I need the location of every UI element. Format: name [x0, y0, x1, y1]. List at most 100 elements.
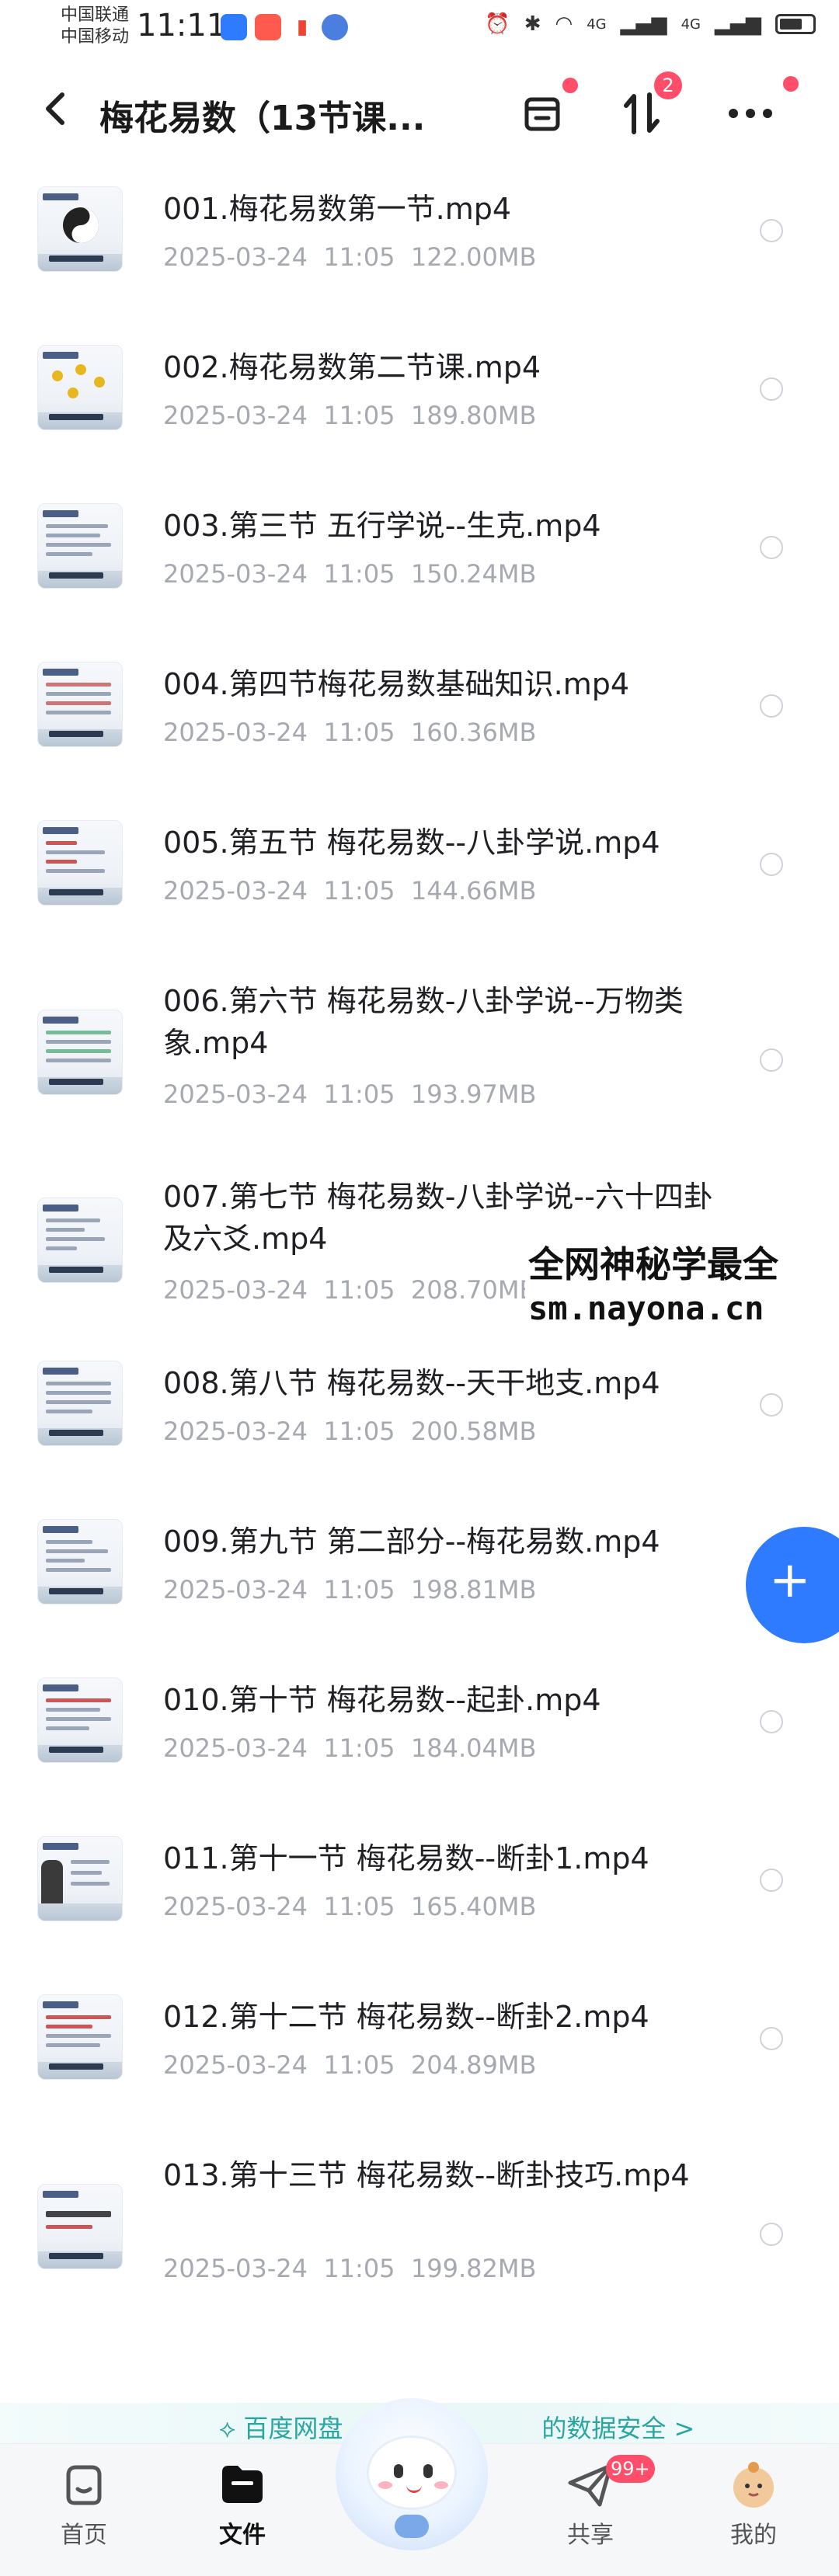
- file-row[interactable]: 013.第十三节 梅花易数--断卦技巧.mp4 2025-03-24 11:05…: [0, 2137, 839, 2336]
- file-row[interactable]: 002.梅花易数第二节课.mp4 2025-03-24 11:05 189.80…: [0, 329, 839, 485]
- select-radio[interactable]: [760, 219, 783, 242]
- signal-icon: ▂▄▆: [620, 12, 667, 36]
- sort-badge: 2: [654, 71, 682, 99]
- select-radio[interactable]: [760, 2223, 783, 2246]
- video-thumbnail: [37, 345, 123, 430]
- folder-icon: [216, 2458, 269, 2511]
- wifi-icon: ◠: [555, 12, 573, 36]
- carrier-1: 中国联通: [61, 5, 130, 25]
- video-thumbnail: [37, 1836, 123, 1921]
- sort-button[interactable]: 2: [611, 71, 682, 144]
- file-name: 001.梅花易数第一节.mp4: [163, 192, 512, 226]
- file-row[interactable]: 010.第十节 梅花易数--起卦.mp4 2025-03-24 11:05 18…: [0, 1662, 839, 1817]
- file-name: 005.第五节 梅花易数--八卦学说.mp4: [163, 826, 660, 860]
- alarm-icon: ⏰: [485, 12, 510, 36]
- select-radio[interactable]: [760, 1048, 783, 1072]
- profile-avatar-icon: [727, 2458, 780, 2511]
- select-radio[interactable]: [760, 536, 783, 559]
- archive-button[interactable]: [511, 78, 578, 144]
- banner-text-end: 的数据安全 >: [541, 2414, 695, 2443]
- video-thumbnail: [37, 1677, 123, 1763]
- file-name: 009.第九节 第二部分--梅花易数.mp4: [163, 1524, 660, 1559]
- nav-item-share[interactable]: 99+ 共享: [528, 2455, 655, 2550]
- carrier-labels: 中国联通 中国移动: [61, 5, 129, 48]
- file-name: 008.第八节 梅花易数--天干地支.mp4: [163, 1366, 660, 1400]
- file-meta: 2025-03-24 11:05 200.58MB: [163, 1417, 537, 1446]
- file-row[interactable]: 006.第六节 梅花易数-八卦学说--万物类象.mp4 2025-03-24 1…: [0, 963, 839, 1162]
- more-button[interactable]: [719, 76, 799, 144]
- notification-app-icon: [221, 14, 247, 40]
- notification-app-icon: [255, 14, 281, 40]
- status-time: 11:11: [137, 8, 227, 43]
- file-name: 004.第四节梅花易数基础知识.mp4: [163, 667, 630, 701]
- file-meta: 2025-03-24 11:05 165.40MB: [163, 1892, 537, 1921]
- file-name: 012.第十二节 梅花易数--断卦2.mp4: [163, 2000, 649, 2034]
- bluetooth-icon: ✱: [524, 12, 541, 36]
- select-radio[interactable]: [760, 1393, 783, 1417]
- watermark-line-1: 全网神秘学最全: [528, 1243, 778, 1285]
- watermark-overlay: 全网神秘学最全 sm.nayona.cn: [525, 1235, 839, 1336]
- nav-item-files[interactable]: 文件: [180, 2458, 305, 2550]
- file-meta: 2025-03-24 11:05 198.81MB: [163, 1575, 537, 1604]
- battery-icon: [775, 14, 816, 34]
- watermark-line-2: sm.nayona.cn: [528, 1289, 764, 1327]
- select-radio[interactable]: [760, 694, 783, 718]
- file-name: 010.第十节 梅花易数--起卦.mp4: [163, 1683, 601, 1717]
- file-meta: 2025-03-24 11:05 184.04MB: [163, 1733, 537, 1763]
- mascot-face-icon: [367, 2435, 457, 2510]
- select-radio[interactable]: [760, 377, 783, 401]
- file-row[interactable]: 004.第四节梅花易数基础知识.mp4 2025-03-24 11:05 160…: [0, 646, 839, 801]
- signal-icon: ▂▄▆: [715, 12, 761, 36]
- nav-label: 文件: [219, 2522, 266, 2549]
- file-row[interactable]: 005.第五节 梅花易数--八卦学说.mp4 2025-03-24 11:05 …: [0, 805, 839, 960]
- signal-1-label: 4G: [587, 16, 607, 33]
- archive-box-icon: [524, 97, 560, 131]
- chevron-left-icon[interactable]: [33, 85, 79, 132]
- nav-item-home[interactable]: 首页: [22, 2458, 146, 2550]
- more-dots-icon: [729, 109, 772, 118]
- file-name: 013.第十三节 梅花易数--断卦技巧.mp4: [163, 2158, 690, 2192]
- file-meta: 2025-03-24 11:05 193.97MB: [163, 1079, 537, 1109]
- file-meta: 2025-03-24 11:05 150.24MB: [163, 559, 537, 589]
- mascot-chat-icon: [395, 2515, 429, 2538]
- file-row[interactable]: 009.第九节 第二部分--梅花易数.mp4 2025-03-24 11:05 …: [0, 1504, 839, 1659]
- file-row[interactable]: 008.第八节 梅花易数--天干地支.mp4 2025-03-24 11:05 …: [0, 1345, 839, 1500]
- music-app-icon: [322, 14, 348, 40]
- status-bar: 中国联通 中国移动 11:11 ▮ ⏰ ✱ ◠ 4G ▂▄▆ 4G ▂▄▆: [0, 0, 839, 59]
- plus-icon: +: [769, 1552, 811, 1609]
- file-row[interactable]: 012.第十二节 梅花易数--断卦2.mp4 2025-03-24 11:05 …: [0, 1979, 839, 2134]
- nav-label: 共享: [567, 2522, 614, 2549]
- video-thumbnail: [37, 1519, 123, 1604]
- select-radio[interactable]: [760, 1710, 783, 1733]
- notification-dot: [783, 76, 799, 92]
- nav-label: 我的: [730, 2522, 777, 2549]
- file-row[interactable]: 001.梅花易数第一节.mp4 2025-03-24 11:05 122.00M…: [0, 171, 839, 326]
- status-indicators: ⏰ ✱ ◠ 4G ▂▄▆ 4G ▂▄▆: [485, 12, 816, 36]
- video-thumbnail: [37, 503, 123, 589]
- select-radio[interactable]: [760, 1869, 783, 1892]
- file-meta: 2025-03-24 11:05 144.66MB: [163, 876, 537, 906]
- file-row[interactable]: 011.第十一节 梅花易数--断卦1.mp4 2025-03-24 11:05 …: [0, 1820, 839, 1976]
- file-name: 006.第六节 梅花易数-八卦学说--万物类象.mp4: [163, 984, 684, 1060]
- select-radio[interactable]: [760, 853, 783, 876]
- baidu-netdisk-icon: ⟡: [219, 2414, 236, 2443]
- notification-dot: [562, 78, 578, 93]
- file-meta: 2025-03-24 11:05 204.89MB: [163, 2050, 537, 2080]
- file-meta: 2025-03-24 11:05 122.00MB: [163, 242, 537, 272]
- video-thumbnail: [37, 1994, 123, 2080]
- file-row[interactable]: 003.第三节 五行学说--生克.mp4 2025-03-24 11:05 15…: [0, 488, 839, 643]
- nav-label: 首页: [61, 2522, 107, 2549]
- banner-text-start: 百度网盘: [243, 2414, 343, 2443]
- file-meta: 2025-03-24 11:05 199.82MB: [163, 2254, 537, 2283]
- video-thumbnail: [37, 186, 123, 272]
- sort-arrows-icon: [624, 92, 660, 134]
- video-thumbnail: [37, 820, 123, 906]
- assistant-mascot-button[interactable]: [336, 2398, 488, 2550]
- file-name: 002.梅花易数第二节课.mp4: [163, 350, 541, 384]
- file-name: 011.第十一节 梅花易数--断卦1.mp4: [163, 1841, 649, 1876]
- nav-item-profile[interactable]: 我的: [691, 2458, 816, 2550]
- select-radio[interactable]: [760, 2027, 783, 2050]
- home-icon: [57, 2458, 110, 2511]
- file-meta: 2025-03-24 11:05 189.80MB: [163, 401, 537, 430]
- top-bar: 梅花易数（13节课... 2: [0, 67, 839, 160]
